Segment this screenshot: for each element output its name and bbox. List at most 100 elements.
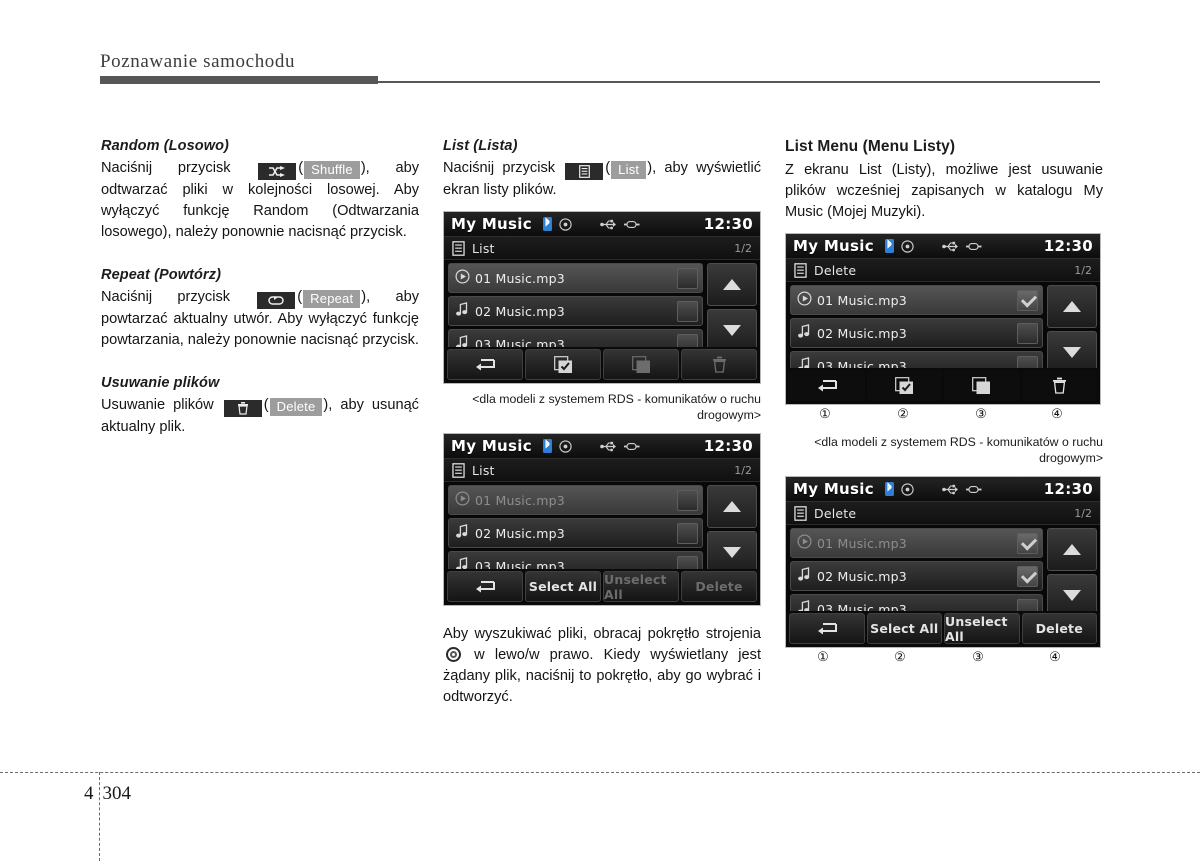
select-all-button[interactable] xyxy=(866,370,942,401)
list-item[interactable]: 01 Music.mp3 xyxy=(790,285,1043,315)
callout-4: ④ xyxy=(1049,649,1061,664)
back-arrow-icon xyxy=(817,380,837,392)
screen-b-file-list[interactable]: 01 Music.mp3 02 Music.mp3 03 Music.mp3 xyxy=(444,482,703,581)
select-all-button[interactable] xyxy=(525,349,601,380)
screen-a-toolbar[interactable] xyxy=(444,347,760,383)
screen-list-default[interactable]: My Music 12:30 List 1/2 01 Music.mp3 02 … xyxy=(443,211,761,384)
heading-delete-files: Usuwanie plików xyxy=(101,375,220,391)
select-all-button[interactable]: Select All xyxy=(866,613,942,644)
list-item[interactable]: 02 Music.mp3 xyxy=(448,296,703,326)
back-button[interactable] xyxy=(447,571,523,602)
scroll-up-button[interactable] xyxy=(1047,528,1097,571)
screen-b-scroll-controls[interactable] xyxy=(705,482,760,574)
header-rule xyxy=(100,76,1100,85)
back-button[interactable] xyxy=(447,349,523,380)
list-item[interactable]: 02 Music.mp3 xyxy=(790,561,1043,591)
triangle-up-icon xyxy=(1063,544,1081,555)
scroll-down-button[interactable] xyxy=(707,309,757,352)
callout-2: ② xyxy=(897,406,909,421)
checkbox[interactable] xyxy=(1017,533,1038,554)
triangle-up-icon xyxy=(723,279,741,290)
random-text-before: Naciśnij przycisk xyxy=(101,160,231,176)
list-item[interactable]: 02 Music.mp3 xyxy=(448,518,703,548)
list-text-before: Naciśnij przycisk xyxy=(443,160,556,176)
checkbox[interactable] xyxy=(677,523,698,544)
aux-icon xyxy=(965,485,982,493)
screen-a-page-indicator: 1/2 xyxy=(734,241,752,255)
unselect-all-icon xyxy=(972,376,991,394)
shuffle-glyph xyxy=(269,165,286,177)
usb-icon xyxy=(600,441,616,451)
checkbox[interactable] xyxy=(677,301,698,322)
unselect-all-button[interactable]: Unselect All xyxy=(603,571,679,602)
scroll-up-button[interactable] xyxy=(707,485,757,528)
list-item[interactable]: 01 Music.mp3 xyxy=(790,528,1043,558)
back-arrow-icon xyxy=(476,581,495,593)
delete-button[interactable] xyxy=(681,349,757,380)
screen-d-submenu-bar: Delete 1/2 xyxy=(786,502,1100,525)
screen-c-clock: 12:30 xyxy=(1043,237,1093,255)
screen-b-toolbar[interactable]: Select All Unselect All Delete xyxy=(444,569,760,605)
unselect-all-button[interactable] xyxy=(944,370,1020,401)
back-button[interactable] xyxy=(789,370,865,401)
play-icon xyxy=(791,290,817,310)
screen-a-scroll-controls[interactable] xyxy=(705,260,760,352)
list-icon xyxy=(794,505,807,521)
screen-d-status-icons xyxy=(884,482,982,496)
heading-repeat: Repeat (Powtórz) xyxy=(101,267,222,283)
screen-d-toolbar[interactable]: Select All Unselect All Delete xyxy=(786,611,1100,647)
header-rule-thin xyxy=(378,81,1100,83)
callout-2: ② xyxy=(894,649,906,664)
screen-a-file-list[interactable]: 01 Music.mp3 02 Music.mp3 03 Music.mp3 xyxy=(444,260,703,359)
list-item[interactable]: 01 Music.mp3 xyxy=(448,263,703,293)
screen-d-scroll-controls[interactable] xyxy=(1045,525,1100,617)
usb-icon xyxy=(942,241,958,251)
heading-list-menu: List Menu (Menu Listy) xyxy=(785,138,956,155)
checkbox[interactable] xyxy=(1017,323,1038,344)
delete-button[interactable]: Delete xyxy=(1021,613,1097,644)
screen-c-callouts: ① ② ③ ④ xyxy=(785,405,1103,427)
screen-d-callouts: ① ② ③ ④ xyxy=(785,648,1103,670)
select-all-button[interactable]: Select All xyxy=(525,571,601,602)
checkbox[interactable] xyxy=(677,268,698,289)
screen-d-file-list[interactable]: 01 Music.mp3 02 Music.mp3 03 Music.mp3 xyxy=(786,525,1043,624)
list-item-label: 01 Music.mp3 xyxy=(475,492,565,508)
list-item[interactable]: 02 Music.mp3 xyxy=(790,318,1043,348)
search-text-1: Aby wyszukiwać pliki, obracaj pokrętło s… xyxy=(443,626,761,642)
screen-delete-icons[interactable]: My Music 12:30 Delete 1/2 01 Music.mp3 0… xyxy=(785,233,1101,405)
back-arrow-icon xyxy=(817,623,837,635)
callout-3: ③ xyxy=(972,649,984,664)
unselect-all-button[interactable]: Unselect All xyxy=(944,613,1020,644)
screen-a-status-bar: My Music 12:30 xyxy=(444,212,760,237)
checkbox[interactable] xyxy=(1017,290,1038,311)
scroll-down-button[interactable] xyxy=(707,531,757,574)
screen-delete-labels[interactable]: My Music 12:30 Delete 1/2 01 Music.mp3 0… xyxy=(785,476,1101,648)
delete-button[interactable]: Delete xyxy=(681,571,757,602)
list-item[interactable]: 01 Music.mp3 xyxy=(448,485,703,515)
triangle-down-icon xyxy=(1063,590,1081,601)
checkbox[interactable] xyxy=(1017,566,1038,587)
list-chip-label: List xyxy=(611,161,647,179)
list-icon xyxy=(452,240,465,256)
scroll-up-button[interactable] xyxy=(707,263,757,306)
triangle-down-icon xyxy=(723,325,741,336)
unselect-all-button[interactable] xyxy=(603,349,679,380)
delete-button[interactable] xyxy=(1021,370,1097,401)
paragraph-list-menu: Z ekranu List (Listy), możliwe jest usuw… xyxy=(785,162,1103,220)
play-icon xyxy=(791,533,817,553)
screen-list-select[interactable]: My Music 12:30 List 1/2 01 Music.mp3 02 … xyxy=(443,433,761,606)
note-icon xyxy=(791,566,817,586)
screen-c-status-bar: My Music 12:30 xyxy=(786,234,1100,259)
screen-b-submenu-bar: List 1/2 xyxy=(444,459,760,482)
callout-3: ③ xyxy=(975,406,987,421)
usb-icon xyxy=(942,484,958,494)
screen-c-scroll-controls[interactable] xyxy=(1045,282,1100,374)
back-button[interactable] xyxy=(789,613,865,644)
checkbox[interactable] xyxy=(677,490,698,511)
screen-c-toolbar[interactable] xyxy=(786,368,1100,404)
screen-c-file-list[interactable]: 01 Music.mp3 02 Music.mp3 03 Music.mp3 xyxy=(786,282,1043,381)
usb-icon xyxy=(600,219,616,229)
scroll-up-button[interactable] xyxy=(1047,285,1097,328)
screen-d-page-indicator: 1/2 xyxy=(1074,506,1092,520)
note-icon xyxy=(791,323,817,343)
